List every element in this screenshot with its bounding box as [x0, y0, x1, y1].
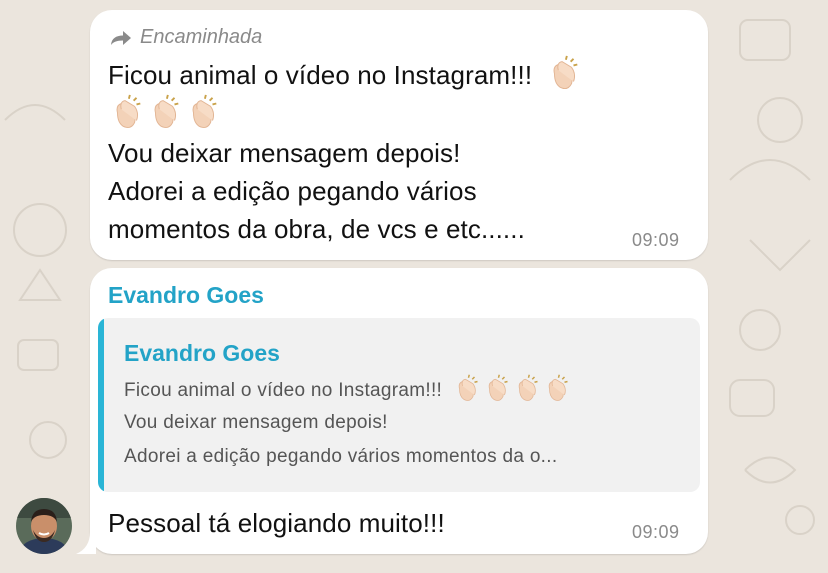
quoted-line-2: Vou deixar mensagem depois!: [124, 412, 388, 433]
quoted-line-1: Ficou animal o vídeo no Instagram!!!: [124, 374, 572, 404]
clapping-hands-emoji: [518, 374, 538, 401]
message-timestamp: 09:09: [632, 230, 680, 250]
sender-name[interactable]: Evandro Goes: [108, 282, 264, 309]
clapping-hands-emoji: [154, 94, 179, 129]
message-text-1: Ficou animal o vídeo no Instagram!!!: [108, 60, 533, 90]
quoted-message[interactable]: Evandro Goes Ficou animal o vídeo no Ins…: [98, 318, 700, 492]
clapping-hands-emoji: [458, 374, 478, 401]
quoted-line-3: Adorei a edição pegando vários momentos …: [124, 446, 558, 467]
clapping-hands-emoji: [554, 55, 579, 90]
reply-message-bubble[interactable]: Evandro Goes Evandro Goes Ficou animal o…: [90, 268, 708, 554]
clapping-hands-emoji: [192, 94, 217, 129]
forwarded-label: Encaminhada: [140, 26, 263, 48]
reply-text: Pessoal tá elogiando muito!!!: [108, 508, 445, 538]
clapping-hands-emoji: [116, 94, 141, 129]
message-line-3: Adorei a edição pegando vários: [108, 176, 477, 206]
quote-accent-bar: [98, 318, 104, 492]
reply-timestamp: 09:09: [632, 522, 680, 542]
quoted-sender-name: Evandro Goes: [124, 340, 280, 366]
message-line-1: Ficou animal o vídeo no Instagram!!!: [108, 55, 583, 93]
clapping-hands-emoji: [548, 374, 568, 401]
bubble-tail: [76, 532, 96, 554]
message-line-2: Vou deixar mensagem depois!: [108, 138, 461, 168]
forward-arrow-icon: [111, 30, 131, 45]
forwarded-indicator: Encaminhada: [110, 26, 262, 49]
quoted-text-1: Ficou animal o vídeo no Instagram!!!: [124, 380, 443, 402]
message-line-4: momentos da obra, de vcs e etc......: [108, 214, 525, 244]
avatar[interactable]: [16, 498, 72, 554]
clapping-hands-emoji: [488, 374, 508, 401]
user-avatar-icon: [16, 498, 72, 554]
forwarded-message-bubble[interactable]: Encaminhada Ficou animal o vídeo no Inst…: [90, 10, 708, 260]
emoji-row: [108, 94, 222, 132]
